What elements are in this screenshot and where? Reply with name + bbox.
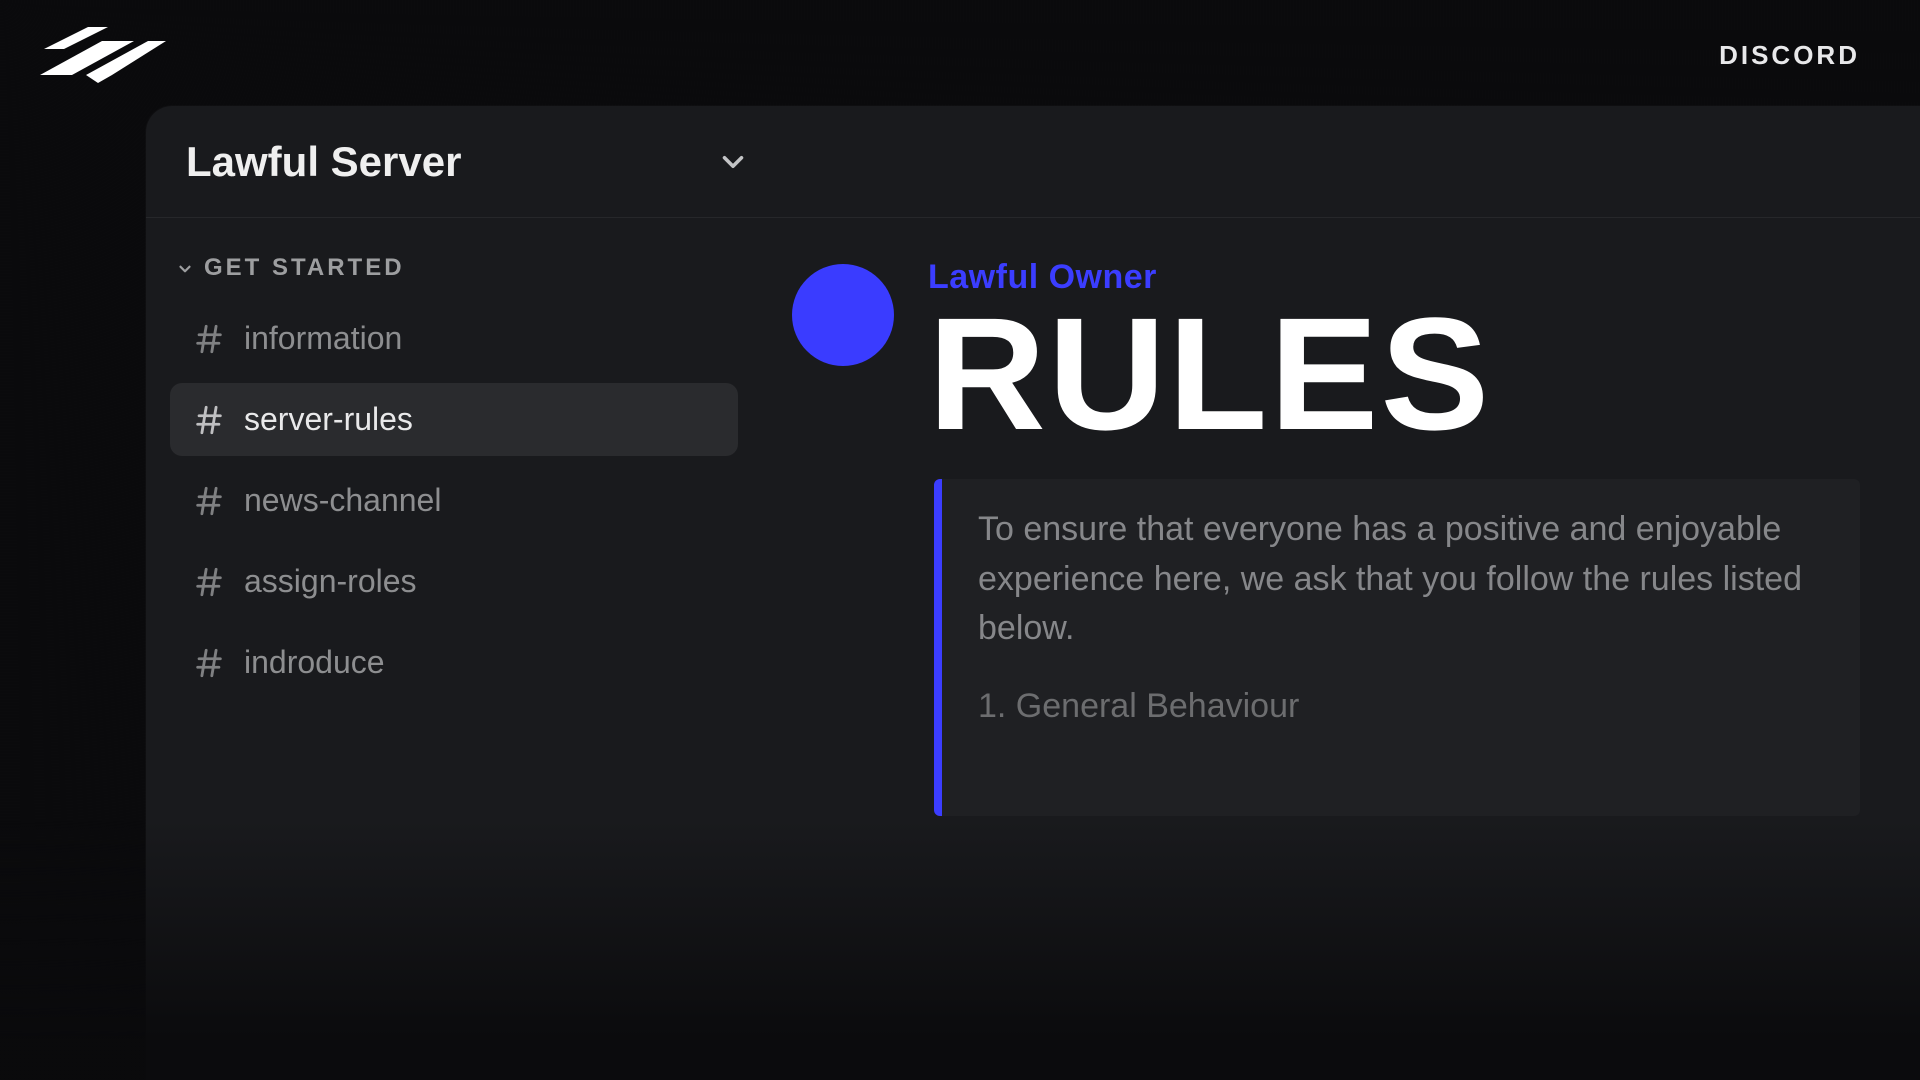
- channel-label: server-rules: [244, 401, 413, 438]
- avatar[interactable]: [792, 264, 894, 366]
- category-label: GET STARTED: [204, 254, 405, 282]
- embed-section-heading: 1. General Behaviour: [978, 687, 1820, 726]
- hash-icon: [192, 646, 226, 680]
- hash-icon: [192, 565, 226, 599]
- chevron-down-icon: [176, 260, 194, 278]
- embed-block: To ensure that everyone has a positive a…: [934, 479, 1860, 816]
- hash-icon: [192, 322, 226, 356]
- channel-news-channel[interactable]: news-channel: [170, 464, 738, 537]
- channel-information[interactable]: information: [170, 302, 738, 375]
- hash-icon: [192, 403, 226, 437]
- channel-server-rules[interactable]: server-rules: [170, 383, 738, 456]
- channel-indroduce[interactable]: indroduce: [170, 626, 738, 699]
- app-window: Lawful Server GET STARTED information ser…: [146, 106, 1920, 1080]
- server-header[interactable]: Lawful Server: [146, 106, 1920, 218]
- message-area: Lawful Owner RULES To ensure that everyo…: [762, 218, 1920, 1080]
- channel-assign-roles[interactable]: assign-roles: [170, 545, 738, 618]
- embed-intro: To ensure that everyone has a positive a…: [978, 505, 1820, 653]
- channel-label: information: [244, 320, 402, 357]
- channel-label: news-channel: [244, 482, 441, 519]
- chevron-down-icon[interactable]: [716, 145, 750, 179]
- brand-logo: [36, 19, 166, 91]
- server-name: Lawful Server: [186, 138, 461, 186]
- channel-label: assign-roles: [244, 563, 417, 600]
- message-title: RULES: [928, 299, 1879, 449]
- channel-label: indroduce: [244, 644, 385, 681]
- brand-label: DISCORD: [1719, 40, 1860, 71]
- channel-sidebar: GET STARTED information server-rules news-…: [146, 218, 762, 1080]
- category-header[interactable]: GET STARTED: [170, 254, 738, 282]
- hash-icon: [192, 484, 226, 518]
